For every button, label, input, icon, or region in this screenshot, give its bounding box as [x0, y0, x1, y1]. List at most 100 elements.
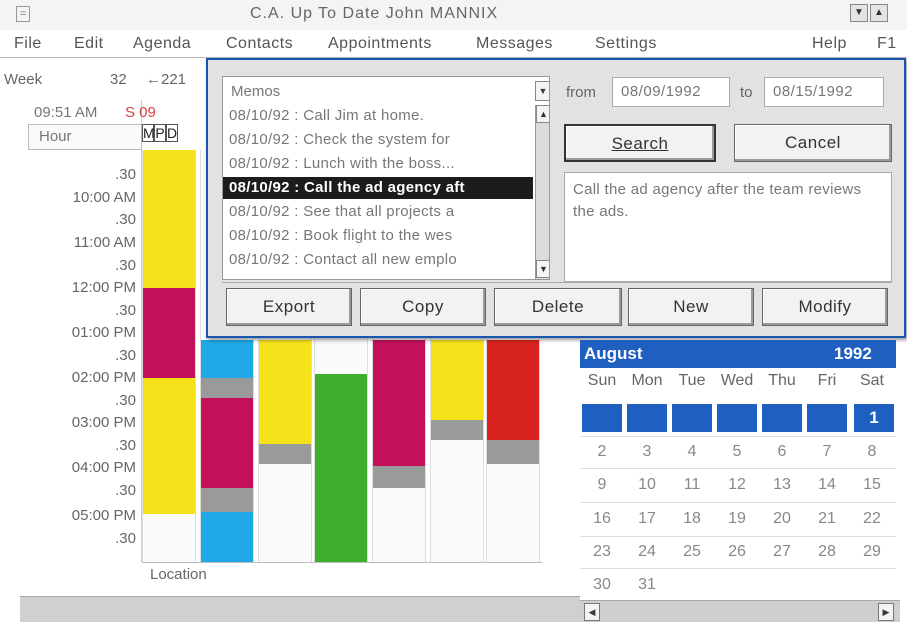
calendar-day-empty: [672, 404, 712, 432]
calendar-day[interactable]: 14: [805, 476, 849, 494]
appointment-block[interactable]: [201, 378, 253, 398]
calendar-day[interactable]: 18: [670, 510, 714, 528]
memo-item[interactable]: 08/10/92 : Book flight to the wes: [223, 225, 533, 247]
calendar-day[interactable]: 2: [580, 443, 624, 461]
calendar-day[interactable]: 28: [805, 543, 849, 561]
menu-f1[interactable]: F1: [877, 35, 897, 53]
menu-contacts[interactable]: Contacts: [226, 35, 293, 53]
menu-bar: File Edit Agenda Contacts Appointments M…: [0, 30, 907, 58]
weekday-label: Sun: [587, 372, 617, 389]
location-label: Location: [142, 562, 542, 586]
calendar-day[interactable]: 26: [715, 543, 759, 561]
calendar-day[interactable]: 21: [805, 510, 849, 528]
calendar-day[interactable]: 17: [625, 510, 669, 528]
appointment-block[interactable]: [487, 340, 539, 440]
calendar-day[interactable]: 11: [670, 476, 714, 494]
calendar-day[interactable]: 7: [805, 443, 849, 461]
appointment-block[interactable]: [143, 378, 195, 514]
menu-messages[interactable]: Messages: [476, 35, 553, 53]
to-date-field[interactable]: 08/15/1992: [764, 77, 884, 107]
calendar-day[interactable]: 22: [850, 510, 894, 528]
appointment-block[interactable]: [431, 340, 483, 420]
appointment-block[interactable]: [431, 420, 483, 440]
appointment-block[interactable]: [143, 288, 195, 378]
calendar-day[interactable]: 31: [625, 576, 669, 594]
export-button[interactable]: Export: [226, 288, 352, 326]
calendar-day[interactable]: 5: [715, 443, 759, 461]
memo-item[interactable]: 08/10/92 : Lunch with the boss...: [223, 153, 533, 175]
calendar-scrollbar[interactable]: ◀ ▶: [580, 600, 900, 622]
calendar-day[interactable]: 13: [760, 476, 804, 494]
memo-item[interactable]: 08/10/92 : See that all projects a: [223, 201, 533, 223]
memo-item[interactable]: 08/10/92 : Contact all new emplo: [223, 249, 533, 271]
from-date-field[interactable]: 08/09/1992: [612, 77, 730, 107]
clock: 09:51 AM: [34, 104, 98, 121]
menu-agenda[interactable]: Agenda: [133, 35, 191, 53]
calendar-day[interactable]: 12: [715, 476, 759, 494]
appointment-block[interactable]: [259, 444, 311, 464]
calendar-day[interactable]: 30: [580, 576, 624, 594]
view-p-button[interactable]: P: [154, 124, 166, 142]
calendar-day[interactable]: 27: [760, 543, 804, 561]
appointment-block[interactable]: [315, 374, 367, 562]
scroll-down-arrow-icon[interactable]: ▼: [536, 260, 549, 278]
system-menu-icon[interactable]: =: [16, 6, 30, 22]
calendar-day[interactable]: 8: [850, 443, 894, 461]
scroll-right-arrow-icon[interactable]: ▶: [878, 603, 894, 621]
horizontal-scrollbar[interactable]: [20, 596, 580, 622]
calendar-day[interactable]: 9: [580, 476, 624, 494]
appointment-block[interactable]: [373, 466, 425, 488]
calendar-day[interactable]: 6: [760, 443, 804, 461]
memo-list[interactable]: Memos ▼ 08/10/92 : Call Jim at home. 08/…: [222, 76, 550, 280]
calendar-day[interactable]: 29: [850, 543, 894, 561]
calendar-day[interactable]: 10: [625, 476, 669, 494]
calendar-gridline: [580, 436, 896, 437]
menu-edit[interactable]: Edit: [74, 35, 104, 53]
scroll-up-arrow-icon[interactable]: ▲: [536, 105, 549, 123]
maximize-button[interactable]: ▲: [870, 4, 888, 22]
scroll-left-arrow-icon[interactable]: ◀: [584, 603, 600, 621]
appointment-block[interactable]: [259, 340, 311, 444]
week-bar: Week 32 ←221: [0, 66, 210, 96]
calendar-day[interactable]: 1: [854, 404, 894, 432]
memo-item-selected[interactable]: 08/10/92 : Call the ad agency aft: [223, 177, 533, 199]
modify-button[interactable]: Modify: [762, 288, 888, 326]
cancel-button[interactable]: Cancel: [734, 124, 892, 162]
menu-appointments[interactable]: Appointments: [328, 35, 432, 53]
appointment-block[interactable]: [201, 488, 253, 512]
view-d-button[interactable]: D: [166, 124, 178, 142]
calendar-day[interactable]: 4: [670, 443, 714, 461]
week-arrow[interactable]: ←221: [146, 71, 186, 88]
calendar-month: August: [584, 344, 643, 363]
appointment-block[interactable]: [487, 440, 539, 464]
copy-button[interactable]: Copy: [360, 288, 486, 326]
memo-item[interactable]: 08/10/92 : Call Jim at home.: [223, 105, 533, 127]
calendar-day[interactable]: 15: [850, 476, 894, 494]
appointment-block[interactable]: [143, 150, 195, 288]
search-button[interactable]: Search: [564, 124, 716, 162]
calendar-day[interactable]: 24: [625, 543, 669, 561]
appointment-block[interactable]: [201, 340, 253, 378]
calendar-day[interactable]: 16: [580, 510, 624, 528]
weekday-label: Wed: [720, 372, 754, 389]
menu-settings[interactable]: Settings: [595, 35, 657, 53]
hour-header: Hour: [28, 124, 142, 150]
minimize-button[interactable]: ▼: [850, 4, 868, 22]
appointment-block[interactable]: [201, 398, 253, 488]
calendar-day[interactable]: 23: [580, 543, 624, 561]
menu-file[interactable]: File: [14, 35, 42, 53]
list-dropdown-arrow[interactable]: ▼: [535, 81, 549, 101]
memo-scrollbar[interactable]: ▲ ▼: [535, 105, 549, 279]
calendar-day[interactable]: 19: [715, 510, 759, 528]
time-label: 11:00 AM: [73, 234, 136, 251]
calendar-day[interactable]: 3: [625, 443, 669, 461]
appointment-block[interactable]: [373, 340, 425, 466]
view-m-button[interactable]: M: [142, 124, 155, 142]
delete-button[interactable]: Delete: [494, 288, 622, 326]
menu-help[interactable]: Help: [812, 35, 847, 53]
calendar-day[interactable]: 25: [670, 543, 714, 561]
memo-item[interactable]: 08/10/92 : Check the system for: [223, 129, 533, 151]
calendar-day[interactable]: 20: [760, 510, 804, 528]
new-button[interactable]: New: [628, 288, 754, 326]
appointment-block[interactable]: [201, 512, 253, 562]
